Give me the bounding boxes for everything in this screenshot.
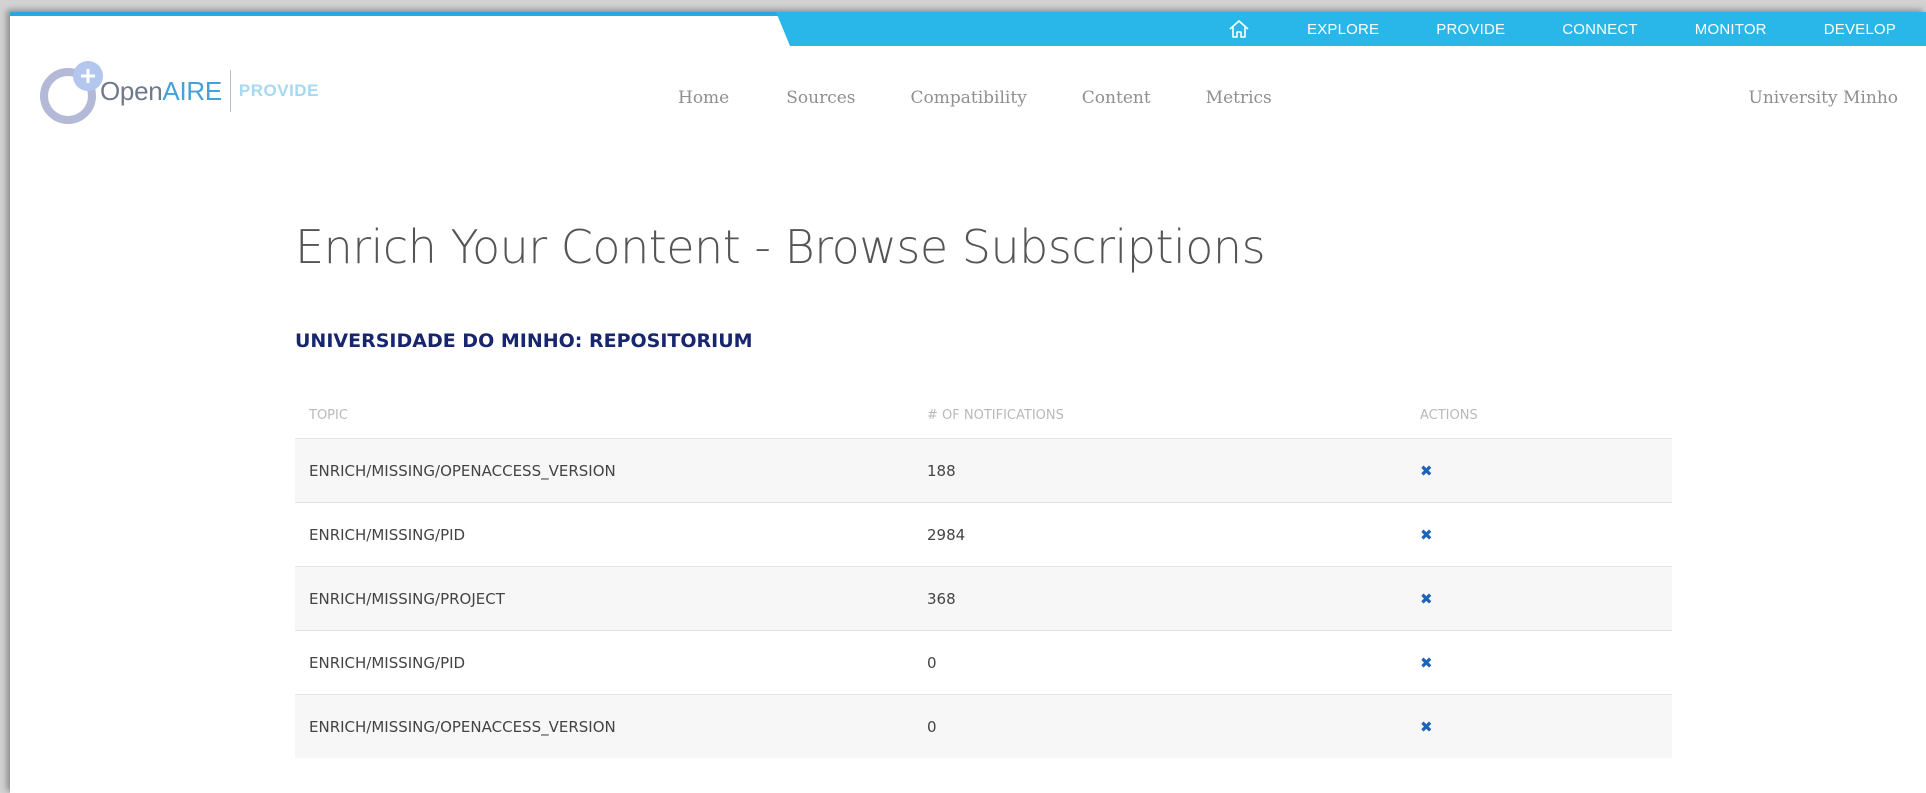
actions-cell: ✖	[1406, 630, 1672, 695]
browser-page: EXPLORE PROVIDE CONNECT MONITOR DEVELOP …	[10, 12, 1926, 793]
table-row: ENRICH/MISSING/OPENACCESS_VERSION 0 ✖	[295, 694, 1672, 758]
openaire-wordmark: OpenAIRE	[100, 75, 222, 106]
notifications-count-cell: 188	[913, 438, 1406, 503]
home-icon[interactable]	[1199, 18, 1279, 40]
nav-sources[interactable]: Sources	[786, 88, 855, 108]
openaire-provide-logo[interactable]: OpenAIRE PROVIDE	[38, 58, 319, 124]
delete-icon[interactable]: ✖	[1420, 590, 1433, 608]
table-row: ENRICH/MISSING/OPENACCESS_VERSION 188 ✖	[295, 438, 1672, 503]
services-item-explore[interactable]: EXPLORE	[1307, 21, 1379, 38]
actions-cell: ✖	[1406, 694, 1672, 758]
services-item-connect[interactable]: CONNECT	[1562, 21, 1638, 38]
topic-cell: ENRICH/MISSING/OPENACCESS_VERSION	[295, 694, 913, 758]
provide-wordmark: PROVIDE	[238, 81, 319, 100]
notifications-count-cell: 368	[913, 566, 1406, 631]
logo-divider	[229, 70, 231, 112]
nav-compatibility[interactable]: Compatibility	[911, 88, 1027, 108]
table-row: ENRICH/MISSING/PID 0 ✖	[295, 630, 1672, 695]
notifications-count-cell: 0	[913, 630, 1406, 695]
main-nav: Home Sources Compatibility Content Metri…	[678, 88, 1327, 108]
column-header-notifications: # OF NOTIFICATIONS	[927, 407, 1064, 423]
notifications-count-cell: 2984	[913, 502, 1406, 567]
topic-cell: ENRICH/MISSING/OPENACCESS_VERSION	[295, 438, 913, 503]
topic-cell: ENRICH/MISSING/PID	[295, 630, 913, 695]
user-menu[interactable]: University Minho	[1749, 88, 1898, 108]
nav-content[interactable]: Content	[1082, 88, 1151, 108]
nav-home[interactable]: Home	[678, 88, 729, 108]
actions-cell: ✖	[1406, 502, 1672, 567]
services-item-provide[interactable]: PROVIDE	[1436, 21, 1505, 38]
column-header-topic: TOPIC	[309, 407, 348, 423]
table-header-row: TOPIC # OF NOTIFICATIONS ACTIONS	[295, 392, 1672, 439]
actions-cell: ✖	[1406, 438, 1672, 503]
nav-metrics[interactable]: Metrics	[1206, 88, 1272, 108]
openaire-logo-mark	[40, 61, 103, 124]
actions-cell: ✖	[1406, 566, 1672, 631]
topic-cell: ENRICH/MISSING/PID	[295, 502, 913, 567]
delete-icon[interactable]: ✖	[1420, 654, 1433, 672]
delete-icon[interactable]: ✖	[1420, 526, 1433, 544]
delete-icon[interactable]: ✖	[1420, 462, 1433, 480]
services-item-develop[interactable]: DEVELOP	[1824, 21, 1896, 38]
notifications-count-cell: 0	[913, 694, 1406, 758]
services-item-monitor[interactable]: MONITOR	[1695, 21, 1767, 38]
delete-icon[interactable]: ✖	[1420, 718, 1433, 736]
topic-cell: ENRICH/MISSING/PROJECT	[295, 566, 913, 631]
page-title: Enrich Your Content - Browse Subscriptio…	[295, 220, 1266, 274]
subscriptions-table: TOPIC # OF NOTIFICATIONS ACTIONS ENRICH/…	[295, 392, 1672, 758]
column-header-actions: ACTIONS	[1420, 407, 1478, 423]
openaire-services-bar: EXPLORE PROVIDE CONNECT MONITOR DEVELOP	[776, 12, 1926, 46]
table-row: ENRICH/MISSING/PID 2984 ✖	[295, 502, 1672, 567]
repository-name: UNIVERSIDADE DO MINHO: REPOSITORIUM	[295, 330, 753, 352]
table-row: ENRICH/MISSING/PROJECT 368 ✖	[295, 566, 1672, 631]
